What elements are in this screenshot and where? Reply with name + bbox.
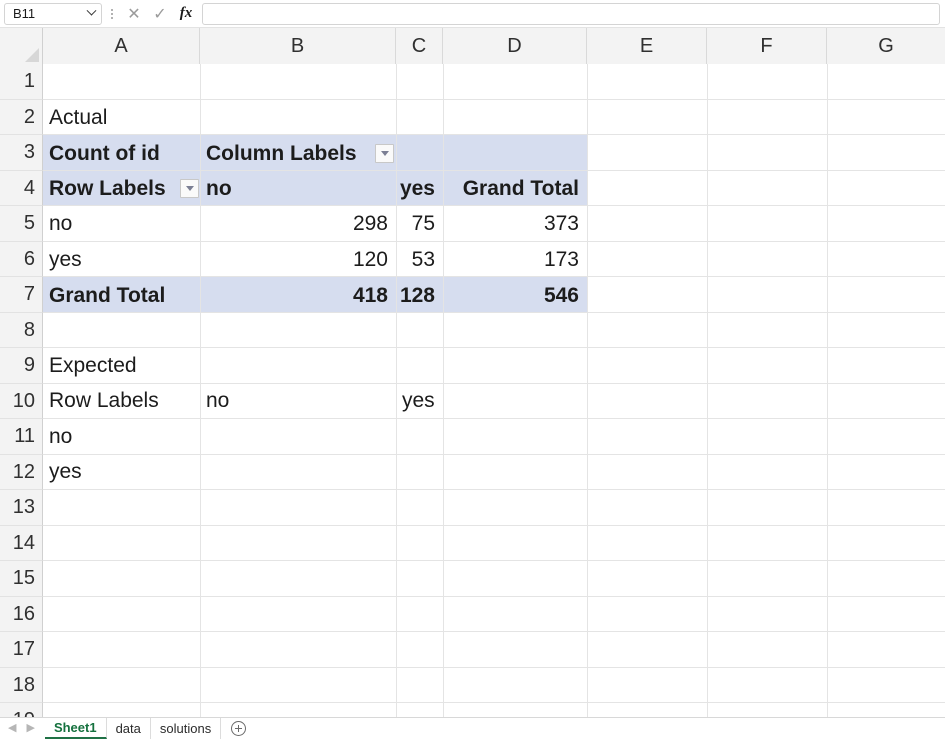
cell-d5[interactable]: 373: [443, 206, 587, 241]
gridline-h-17: [43, 667, 945, 668]
cell-a4[interactable]: Row Labels: [43, 171, 200, 206]
cell-b7[interactable]: 418: [200, 277, 396, 313]
gridline-h-16: [43, 631, 945, 632]
row-header-1[interactable]: 1: [0, 64, 43, 100]
row-header-4[interactable]: 4: [0, 171, 43, 206]
cell-area: Actual Count of id Column Labels Row Lab…: [43, 64, 945, 717]
sheet-tab-label: Sheet1: [53, 720, 97, 735]
name-box[interactable]: B11: [4, 2, 102, 25]
row-header-9[interactable]: 9: [0, 348, 43, 384]
cell-d7[interactable]: 546: [443, 277, 587, 313]
cell-b4[interactable]: no: [200, 171, 396, 206]
sheet-tab-label: data: [115, 721, 141, 736]
gridline-v-c-d: [443, 64, 444, 717]
sheet-tab-label: solutions: [159, 721, 212, 736]
cell-b10[interactable]: no: [200, 383, 396, 418]
next-sheet-icon[interactable]: ▶: [26, 723, 34, 734]
column-labels-filter-dropdown-icon[interactable]: [375, 144, 394, 163]
sheet-tab-solutions[interactable]: solutions: [150, 718, 222, 739]
row-header-16[interactable]: 16: [0, 597, 43, 632]
column-header-b[interactable]: B: [200, 28, 396, 64]
confirm-icon[interactable]: ✓: [147, 3, 173, 25]
gridline-h-14: [43, 560, 945, 561]
column-header-e[interactable]: E: [587, 28, 707, 64]
cell-a2[interactable]: Actual: [43, 100, 200, 135]
row-header-7[interactable]: 7: [0, 277, 43, 313]
formula-action-buttons: ✕ ✓ fx: [121, 3, 199, 25]
cell-d4[interactable]: Grand Total: [443, 171, 587, 206]
gridline-h-18: [43, 702, 945, 703]
cell-c4[interactable]: yes: [396, 171, 443, 206]
spreadsheet-grid: A B C D E F G 1 2 3 4 5 6 7 8 9 10 11 12…: [0, 28, 945, 717]
cell-a9[interactable]: Expected: [43, 348, 200, 383]
cancel-icon[interactable]: ✕: [121, 3, 147, 25]
insert-function-icon[interactable]: fx: [173, 3, 199, 25]
gridline-h-15: [43, 596, 945, 597]
cell-a3[interactable]: Count of id: [43, 135, 200, 171]
select-all-corner[interactable]: [0, 28, 43, 64]
row-header-12[interactable]: 12: [0, 455, 43, 490]
row-header-17[interactable]: 17: [0, 632, 43, 668]
cell-a7[interactable]: Grand Total: [43, 277, 200, 313]
row-labels-filter-dropdown-icon[interactable]: [180, 179, 199, 198]
sheet-tab-sheet1[interactable]: Sheet1: [44, 718, 107, 739]
row-header-11[interactable]: 11: [0, 419, 43, 455]
row-header-6[interactable]: 6: [0, 242, 43, 277]
add-sheet-icon[interactable]: [221, 718, 255, 739]
cell-b5[interactable]: 298: [200, 206, 396, 241]
row-header-5[interactable]: 5: [0, 206, 43, 242]
cell-c10[interactable]: yes: [396, 383, 443, 418]
row-header-3[interactable]: 3: [0, 135, 43, 171]
chevron-down-icon[interactable]: [85, 5, 97, 20]
more-options-icon[interactable]: [105, 3, 119, 25]
row-header-15[interactable]: 15: [0, 561, 43, 597]
gridline-v-f-g: [827, 64, 828, 717]
cell-c5[interactable]: 75: [396, 206, 443, 241]
row-header-19[interactable]: 19: [0, 703, 43, 717]
previous-sheet-icon[interactable]: ◀: [8, 723, 16, 734]
formula-bar: B11 ✕ ✓ fx: [0, 0, 945, 28]
column-headers: A B C D E F G: [0, 28, 945, 64]
column-header-g[interactable]: G: [827, 28, 945, 64]
formula-input[interactable]: [202, 2, 940, 25]
sheet-tab-data[interactable]: data: [106, 718, 151, 739]
column-header-d[interactable]: D: [443, 28, 587, 64]
gridline-v-d-e: [587, 64, 588, 717]
cell-a11[interactable]: no: [43, 419, 200, 454]
row-header-14[interactable]: 14: [0, 526, 43, 561]
cell-b6[interactable]: 120: [200, 242, 396, 277]
cell-c6[interactable]: 53: [396, 242, 443, 277]
row-header-13[interactable]: 13: [0, 490, 43, 526]
cell-d6[interactable]: 173: [443, 242, 587, 277]
name-box-value: B11: [13, 6, 36, 21]
sheet-tab-bar: ◀ ▶ Sheet1 data solutions: [0, 717, 945, 739]
row-header-18[interactable]: 18: [0, 668, 43, 703]
gridline-h-12: [43, 489, 945, 490]
cell-a5[interactable]: no: [43, 206, 200, 241]
cell-a6[interactable]: yes: [43, 242, 200, 277]
row-header-2[interactable]: 2: [0, 100, 43, 135]
column-header-f[interactable]: F: [707, 28, 827, 64]
column-header-a[interactable]: A: [43, 28, 200, 64]
column-header-c[interactable]: C: [396, 28, 443, 64]
row-header-8[interactable]: 8: [0, 313, 43, 348]
cell-a12[interactable]: yes: [43, 454, 200, 489]
cell-c7[interactable]: 128: [396, 277, 443, 313]
cell-a10[interactable]: Row Labels: [43, 383, 200, 418]
cell-b3[interactable]: Column Labels: [200, 135, 430, 171]
gridline-v-e-f: [707, 64, 708, 717]
gridline-h-13: [43, 525, 945, 526]
sheet-nav-arrows: ◀ ▶: [0, 718, 45, 739]
row-header-10[interactable]: 10: [0, 384, 43, 419]
